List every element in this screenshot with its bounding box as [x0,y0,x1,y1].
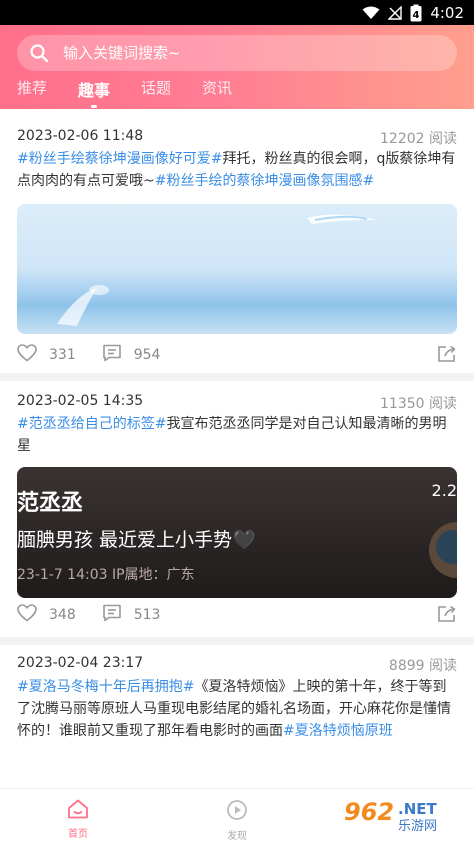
post-card[interactable]: 2023-02-04 23:17 8899 阅读 #夏洛马冬梅十年后再拥抱#《夏… [0,645,474,788]
post-time: 2023-02-04 23:17 [17,655,144,671]
site-watermark: 962 .NET 乐游网 [336,792,470,836]
hashtag[interactable]: #夏洛马冬梅十年后再拥抱# [17,679,194,695]
image-overlay-corner: 2.2 [431,481,457,500]
divider [0,373,474,381]
post-views: 11350 阅读 [380,396,457,412]
post-actions: 348 513 [17,603,457,627]
comment-icon [102,344,122,366]
comment-count: 954 [133,347,161,363]
battery-level: 4 [413,10,420,21]
svg-text:乐游网: 乐游网 [398,819,437,834]
post-image[interactable] [17,204,457,334]
hashtag[interactable]: #粉丝手绘蔡徐坤漫画像好可爱# [17,151,222,167]
search-input[interactable] [63,44,423,62]
image-overlay-meta: 23-1-7 14:03 IP属地：广东 [17,567,195,583]
comment-count: 513 [133,607,161,623]
battery-icon: 4 [410,4,422,22]
post-views: 8899 阅读 [388,658,457,674]
post-time: 2023-02-06 11:48 [17,128,144,144]
post-card[interactable]: 2023-02-05 14:35 11350 阅读 #范丞丞给自己的标签#我宣布… [0,381,474,637]
heart-icon [17,604,37,626]
hashtag[interactable]: #夏洛特烦恼原班 [283,723,393,739]
svg-text:.NET: .NET [398,800,437,818]
like-button[interactable]: 331 [17,344,76,366]
hashtag[interactable]: #范丞丞给自己的标签# [17,416,166,432]
tab-fun[interactable]: 趣事 [78,77,111,108]
share-icon[interactable] [437,605,457,627]
post-text: #粉丝手绘蔡徐坤漫画像好可爱#拜托，粉丝真的很会啊，q版蔡徐坤有点肉肉的有点可爱… [17,148,457,192]
nav-label: 发现 [227,831,247,842]
tab-label: 资讯 [202,79,233,97]
image-overlay-subtitle: 腼腆男孩 最近爱上小手势🖤 [17,529,256,551]
svg-text:962: 962 [344,798,394,826]
like-button[interactable]: 348 [17,604,76,626]
divider [0,637,474,645]
comment-button[interactable]: 513 [102,604,161,626]
tab-label: 推荐 [17,79,48,97]
like-count: 331 [49,347,76,363]
watermark-logo: 962 .NET 乐游网 [340,796,466,834]
post-time: 2023-02-05 14:35 [17,393,144,409]
no-signal-icon [388,5,403,20]
nav-home[interactable]: 首页 [48,799,108,840]
share-icon[interactable] [437,345,457,367]
status-bar: 4 4:02 [0,0,474,25]
like-count: 348 [49,607,76,623]
header: 推荐 趣事 话题 资讯 [0,25,474,109]
post-image-art [57,214,377,326]
tab-label: 话题 [141,79,172,97]
post-actions: 331 954 [17,343,457,367]
wifi-icon [362,6,380,20]
tab-indicator [91,105,97,108]
tab-label: 趣事 [78,81,111,100]
post-image[interactable]: 范丞丞 腼腆男孩 最近爱上小手势🖤 23-1-7 14:03 IP属地：广东 2… [17,467,457,598]
home-icon [67,799,89,823]
hashtag[interactable]: #粉丝手绘的蔡徐坤漫画像氛围感# [155,173,374,189]
image-overlay-title: 范丞丞 [17,491,84,516]
post-views: 12202 阅读 [380,131,457,147]
nav-label: 首页 [68,829,88,840]
tab-news[interactable]: 资讯 [202,77,232,98]
post-card[interactable]: 2023-02-06 11:48 12202 阅读 #粉丝手绘蔡徐坤漫画像好可爱… [0,109,474,373]
post-text: #范丞丞给自己的标签#我宣布范丞丞同学是对自己认知最清晰的男明星 [17,413,457,457]
tab-topics[interactable]: 话题 [141,77,171,98]
comment-icon [102,604,122,626]
clock: 4:02 [430,3,464,22]
search-icon[interactable] [29,43,49,63]
nav-discover[interactable]: 发现 [207,799,267,842]
heart-icon [17,344,37,366]
post-text: #夏洛马冬梅十年后再拥抱#《夏洛特烦恼》上映的第十年，终于等到了沈腾马丽等原班人… [17,676,457,742]
search-bar[interactable] [17,35,457,71]
comment-button[interactable]: 954 [102,344,161,366]
tab-recommend[interactable]: 推荐 [17,77,47,98]
discover-icon [226,800,248,825]
